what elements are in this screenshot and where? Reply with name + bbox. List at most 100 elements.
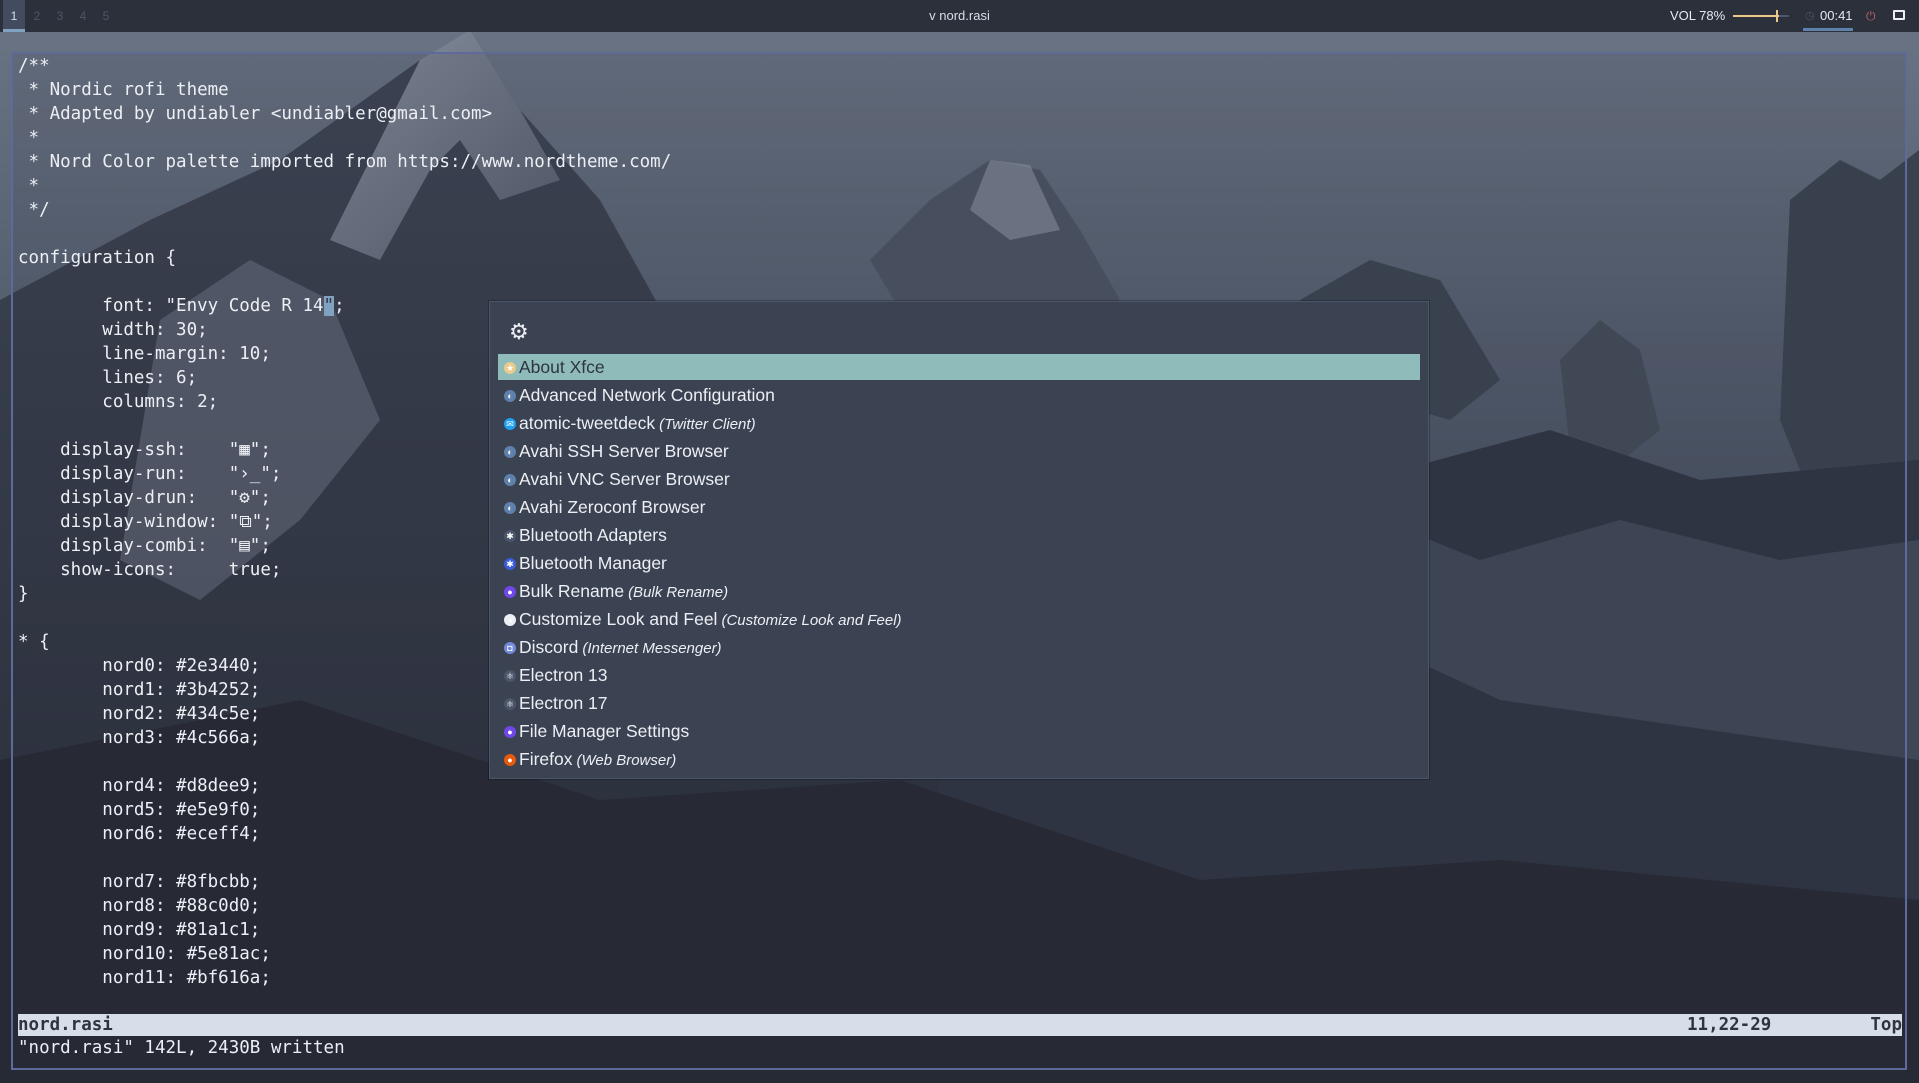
rofi-entry[interactable]: ✱ Bluetooth Manager (498, 550, 1420, 576)
rofi-entry-name: File Manager Settings (519, 721, 690, 741)
rofi-entry-label: Electron 13 (519, 662, 608, 688)
bulk-rename-icon: ● (504, 586, 516, 598)
rofi-entry-name: Firefox (519, 749, 573, 769)
avahi-icon: ◐ (504, 474, 516, 486)
text-cursor: " (323, 296, 335, 316)
editor-line: * (18, 176, 40, 196)
editor-line: */ (18, 200, 50, 220)
rofi-entry[interactable]: ● File Manager Settings (498, 718, 1420, 744)
rofi-entry-name: Avahi Zeroconf Browser (519, 497, 706, 517)
volume-slider-handle[interactable] (1776, 10, 1778, 22)
rofi-entry-name: Customize Look and Feel (519, 609, 718, 629)
rofi-entry-name: Avahi SSH Server Browser (519, 441, 729, 461)
volume-slider-fill (1733, 15, 1779, 17)
rofi-entry-generic-name: (Customize Look and Feel) (721, 612, 902, 629)
rofi-entry[interactable]: ● Bulk Rename (Bulk Rename) (498, 578, 1420, 604)
editor-line: * Adapted by undiabler <undiabler@gmail.… (18, 104, 493, 124)
rofi-entry[interactable]: ● Firefox (Web Browser) (498, 746, 1420, 772)
rofi-entry[interactable]: ◐ Advanced Network Configuration (498, 382, 1420, 408)
rofi-launcher: ⚙ ★ About Xfce ◐ Advanced Network Configura… (489, 301, 1429, 779)
rofi-entry-label: Electron 17 (519, 690, 608, 716)
statusline-filename: nord.rasi (18, 1015, 113, 1035)
statusline-cursor-position: 11,22-29 (1687, 1015, 1772, 1035)
bluetooth-icon: ✱ (504, 558, 516, 570)
avahi-icon: ◐ (504, 502, 516, 514)
electron-icon: ⚛ (504, 670, 516, 682)
rofi-input-bar[interactable]: ⚙ (500, 312, 1418, 355)
rofi-entry[interactable]: ✱ Bluetooth Adapters (498, 522, 1420, 548)
firefox-icon: ● (504, 754, 516, 766)
editor-line: * Nordic rofi theme (18, 80, 229, 100)
network-icon: ◐ (504, 390, 516, 402)
editor-line: nord10: #5e81ac; (18, 944, 271, 964)
rofi-entry-name: Bulk Rename (519, 581, 625, 601)
editor-line: * (18, 128, 40, 148)
rofi-entry-label: Advanced Network Configuration (519, 382, 775, 408)
file-manager-icon: ● (504, 726, 516, 738)
rofi-entry-generic-name: (Web Browser) (576, 752, 677, 769)
rofi-entry[interactable]: ◐ Avahi Zeroconf Browser (498, 494, 1420, 520)
gears-icon: ⚙ (509, 319, 529, 344)
rofi-entry-label: About Xfce (519, 354, 605, 380)
editor-line: /** (18, 56, 50, 76)
bluetooth-adapter-icon: ✱ (504, 530, 516, 542)
rofi-entry-name: atomic-tweetdeck (519, 413, 656, 433)
rofi-entry-label: Firefox (Web Browser) (519, 746, 676, 774)
statusline-scroll-position: Top (1870, 1015, 1902, 1035)
vim-command-line[interactable]: "nord.rasi" 142L, 2430B written (18, 1037, 345, 1059)
rofi-entry[interactable]: ⚛ Electron 17 (498, 690, 1420, 716)
tweetdeck-icon: ✉ (504, 418, 516, 430)
rofi-entry-label: Bluetooth Adapters (519, 522, 667, 548)
avahi-icon: ◐ (504, 446, 516, 458)
rofi-entry-name: About Xfce (519, 357, 605, 377)
top-panel: 1 2 3 4 5 v nord.rasi VOL 78% ◷ 00:41 ⏻ (0, 0, 1919, 32)
rofi-entry[interactable]: ◐ Avahi SSH Server Browser (498, 438, 1420, 464)
rofi-entry-name: Discord (519, 637, 579, 657)
editor-line: * Nord Color palette imported from https… (18, 152, 672, 172)
xfce-icon: ★ (504, 362, 516, 374)
rofi-entry-label: File Manager Settings (519, 718, 689, 744)
rofi-entry-label: Avahi VNC Server Browser (519, 466, 730, 492)
editor-line: nord5: #e5e9f0; (18, 800, 261, 820)
rofi-entry-label: Bluetooth Manager (519, 550, 667, 576)
display-icon[interactable] (1893, 10, 1905, 20)
rofi-entry-generic-name: (Twitter Client) (659, 416, 756, 433)
clock-underline (1803, 28, 1853, 31)
rofi-entry[interactable]: ⚛ Electron 13 (498, 662, 1420, 688)
appearance-icon: ◑ (504, 614, 516, 626)
rofi-entry[interactable]: ★ About Xfce (498, 354, 1420, 380)
discord-icon: ◘ (504, 642, 516, 654)
rofi-entry-label: Avahi SSH Server Browser (519, 438, 729, 464)
editor-line: nord7: #8fbcbb; (18, 872, 261, 892)
electron-icon: ⚛ (504, 698, 516, 710)
clock-icon: ◷ (1805, 10, 1815, 22)
rofi-results-list: ★ About Xfce ◐ Advanced Network Configurati… (498, 354, 1420, 774)
vim-statusline: nord.rasi 11,22-29 Top (18, 1014, 1902, 1036)
rofi-entry-label: Avahi Zeroconf Browser (519, 494, 705, 520)
rofi-entry-name: Bluetooth Adapters (519, 525, 667, 545)
rofi-entry-generic-name: (Internet Messenger) (582, 640, 722, 657)
rofi-entry-name: Avahi VNC Server Browser (519, 469, 730, 489)
rofi-entry-label: Bulk Rename (Bulk Rename) (519, 578, 728, 606)
power-icon[interactable]: ⏻ (1866, 9, 1876, 24)
rofi-entry[interactable]: ✉ atomic-tweetdeck (Twitter Client) (498, 410, 1420, 436)
rofi-entry[interactable]: ◘ Discord (Internet Messenger) (498, 634, 1420, 660)
rofi-entry-label: Customize Look and Feel (Customize Look a… (519, 606, 902, 634)
rofi-entry[interactable]: ◐ Avahi VNC Server Browser (498, 466, 1420, 492)
volume-label[interactable]: VOL 78% (1670, 0, 1725, 32)
rofi-entry[interactable]: ◑ Customize Look and Feel (Customize Look … (498, 606, 1420, 632)
rofi-entry-name: Electron 17 (519, 693, 608, 713)
editor-line: nord9: #81a1c1; (18, 920, 261, 940)
editor-line: configuration { (18, 248, 177, 268)
editor-line: nord8: #88c0d0; (18, 896, 261, 916)
volume-slider-track (1779, 15, 1789, 17)
editor-line: nord6: #eceff4; (18, 824, 261, 844)
rofi-entry-label: Discord (Internet Messenger) (519, 634, 722, 662)
rofi-entry-name: Bluetooth Manager (519, 553, 667, 573)
rofi-entry-label: atomic-tweetdeck (Twitter Client) (519, 410, 756, 438)
rofi-entry-generic-name: (Bulk Rename) (628, 584, 729, 601)
rofi-entry-name: Electron 13 (519, 665, 608, 685)
